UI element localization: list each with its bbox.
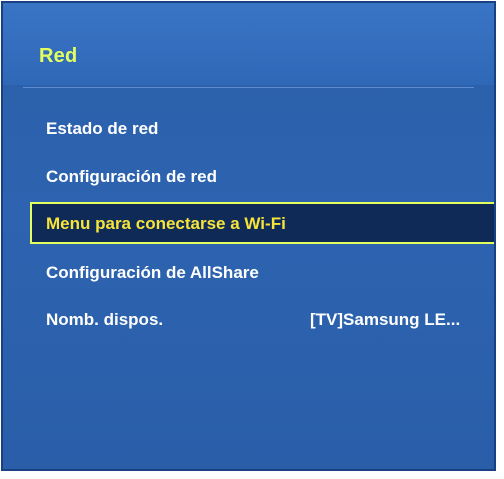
menu-item-label: Configuración de red [46,167,217,186]
menu-item-allshare-settings[interactable]: Configuración de AllShare [32,250,494,296]
menu-item-network-status[interactable]: Estado de red [32,106,494,152]
panel-title: Red [39,45,78,67]
menu-item-label: Nomb. dispos. [46,310,164,329]
device-name-value: [TV]Samsung LE... [310,310,461,329]
menu-item-wifi-connect[interactable]: Menu para conectarse a Wi-Fi [30,202,494,244]
panel-header: Red [3,3,494,85]
menu-item-label: Estado de red [46,119,159,138]
menu-item-label: Configuración de AllShare [46,263,259,282]
menu-item-device-name[interactable]: Nomb. dispos. [TV]Samsung LE... [32,297,494,343]
menu-item-label: Menu para conectarse a Wi-Fi [46,214,286,233]
header-divider [23,87,474,88]
network-menu-panel: Red Estado de red Configuración de red M… [1,1,496,471]
tv-screen: Red Estado de red Configuración de red M… [0,0,504,479]
menu-item-network-settings[interactable]: Configuración de red [32,154,494,200]
